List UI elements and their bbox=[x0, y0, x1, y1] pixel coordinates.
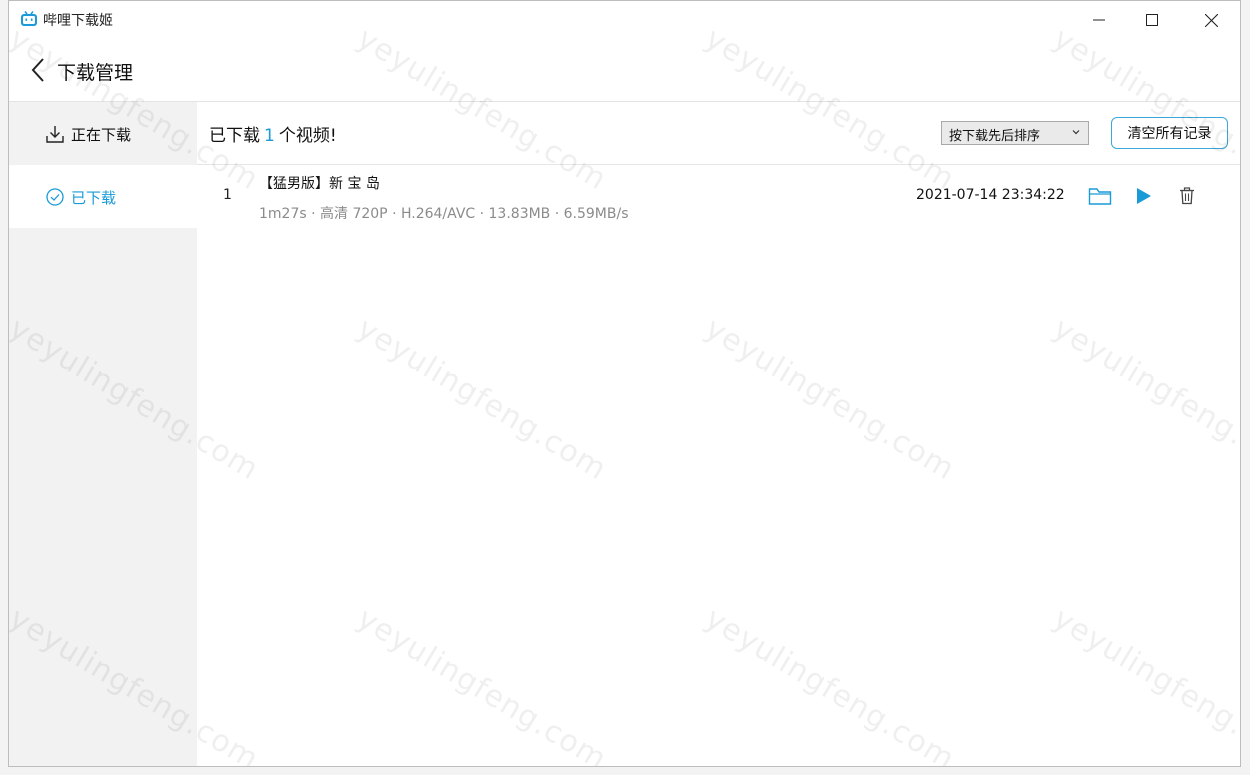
list-item: 1 【猛男版】新 宝 岛 1m27s · 高清 720P · H.264/AVC… bbox=[197, 165, 1240, 229]
count-suffix: 个视频! bbox=[278, 126, 337, 146]
minimize-icon bbox=[1093, 19, 1105, 21]
maximize-icon bbox=[1146, 14, 1158, 26]
main-content: 已下载 1 个视频! 按下载先后排序 清空所有记录 1 【猛男版】新 宝 岛 1m2… bbox=[197, 102, 1240, 766]
sidebar-item-downloading[interactable]: 正在下载 bbox=[9, 102, 197, 165]
bilibili-logo-icon bbox=[21, 11, 37, 26]
sidebar: 正在下载 已下载 bbox=[9, 102, 197, 766]
app-window: 哔哩下载姬 下载管理 正在下载 已下载 已下载 1 个视频! 按下载先后排序 清… bbox=[8, 0, 1241, 767]
close-icon bbox=[1204, 13, 1218, 27]
minimize-button[interactable] bbox=[1070, 1, 1128, 39]
clear-all-records-button[interactable]: 清空所有记录 bbox=[1111, 117, 1228, 149]
main-toolbar: 已下载 1 个视频! 按下载先后排序 清空所有记录 bbox=[197, 102, 1240, 165]
download-count-text: 已下载 1 个视频! bbox=[209, 121, 337, 146]
sort-select[interactable]: 按下载先后排序 bbox=[941, 121, 1089, 145]
item-index: 1 bbox=[223, 187, 232, 203]
page-title: 下载管理 bbox=[57, 62, 134, 84]
open-folder-button[interactable] bbox=[1087, 183, 1113, 209]
chevron-down-icon bbox=[1072, 130, 1080, 135]
sidebar-item-downloaded[interactable]: 已下载 bbox=[9, 165, 197, 228]
window-title: 哔哩下载姬 bbox=[43, 13, 113, 29]
page-header: 下载管理 bbox=[9, 39, 1240, 102]
count-value: 1 bbox=[264, 126, 275, 146]
delete-button[interactable] bbox=[1174, 183, 1200, 209]
trash-icon bbox=[1180, 187, 1194, 205]
video-title: 【猛男版】新 宝 岛 bbox=[259, 176, 380, 192]
sidebar-item-label: 正在下载 bbox=[71, 126, 132, 144]
video-meta: 1m27s · 高清 720P · H.264/AVC · 13.83MB · … bbox=[259, 206, 629, 222]
play-button[interactable] bbox=[1131, 183, 1157, 209]
sort-selected-value: 按下载先后排序 bbox=[949, 129, 1041, 144]
download-icon bbox=[46, 126, 64, 143]
title-bar: 哔哩下载姬 bbox=[9, 1, 1240, 39]
play-icon bbox=[1137, 188, 1151, 204]
back-arrow-icon[interactable] bbox=[29, 57, 49, 83]
count-prefix: 已下载 bbox=[209, 126, 260, 146]
maximize-button[interactable] bbox=[1123, 1, 1181, 39]
sidebar-item-label: 已下载 bbox=[71, 189, 117, 207]
close-button[interactable] bbox=[1182, 1, 1240, 39]
check-circle-icon bbox=[46, 188, 64, 206]
download-date: 2021-07-14 23:34:22 bbox=[916, 187, 1065, 203]
folder-icon bbox=[1088, 188, 1112, 205]
